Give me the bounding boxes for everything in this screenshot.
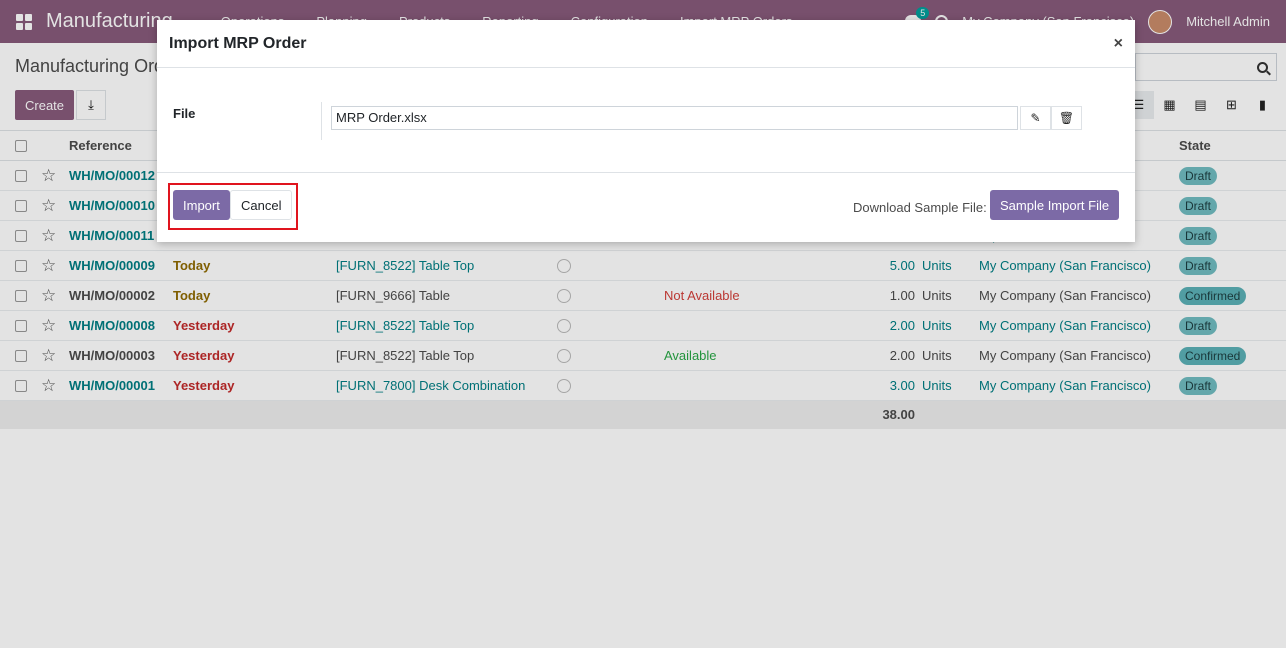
trash-icon: 🗑 [1058,111,1075,125]
import-button[interactable]: Import [173,190,230,220]
modal-footer: Import Cancel Download Sample File: Samp… [157,172,1135,242]
sample-file-label: Download Sample File: [853,200,987,215]
file-field-label: File [173,106,196,121]
close-icon[interactable]: × [1114,35,1123,53]
pencil-icon: ✎ [1030,111,1041,125]
modal-title: Import MRP Order [169,34,307,52]
cancel-button[interactable]: Cancel [230,190,293,220]
sample-import-file-button[interactable]: Sample Import File [990,190,1120,220]
import-mrp-order-dialog: Import MRP Order × File MRP Order.xlsx ✎… [157,20,1135,242]
edit-file-button[interactable]: ✎ [1020,106,1051,130]
delete-file-button[interactable]: 🗑 [1051,106,1082,130]
modal-header: Import MRP Order × [157,20,1135,68]
field-divider [321,102,322,140]
modal-body: File MRP Order.xlsx ✎ 🗑 [157,68,1135,172]
file-field[interactable]: MRP Order.xlsx [331,106,1018,130]
